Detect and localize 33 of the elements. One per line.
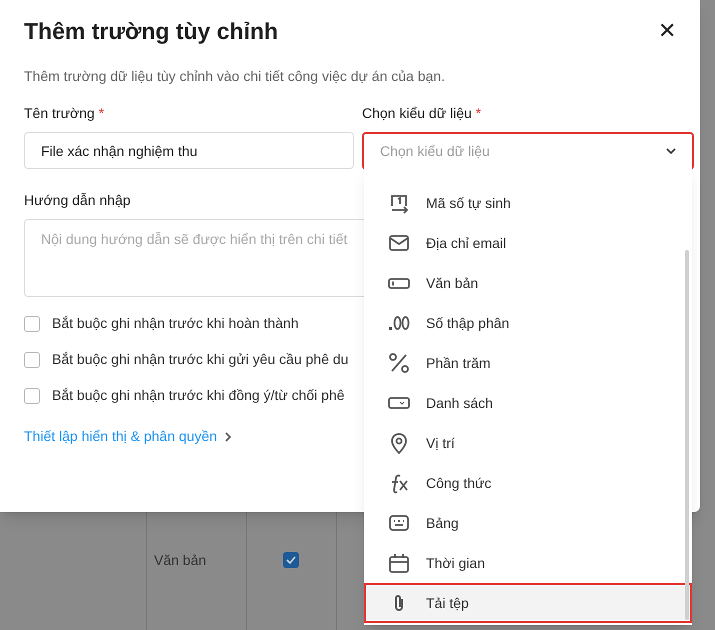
keyboard-icon [388,512,410,534]
dropdown-option[interactable]: Phần trăm [364,343,692,383]
envelope-icon [388,232,410,254]
scrollbar[interactable] [685,250,689,620]
numbered-box-icon [388,192,410,214]
checkbox-label: Bắt buộc ghi nhận trước khi đồng ý/từ chối phê [52,386,345,405]
field-label: Hướng dẫn nhập [24,191,131,210]
dropdown-option[interactable]: Danh sách [364,383,692,423]
field-label: Tên trường * [24,104,106,123]
percent-icon [388,352,410,374]
checkmark-icon [286,556,296,564]
dropdown-option[interactable]: Số thập phân [364,303,692,343]
field-name-input[interactable]: File xác nhận nghiệm thu [24,132,354,169]
dropdown-option[interactable]: Thời gian [364,543,692,583]
field-label: Chọn kiểu dữ liệu * [362,104,482,123]
checkbox[interactable] [283,552,299,568]
dropdown-option[interactable]: Công thức [364,463,692,503]
checkbox-label: Bắt buộc ghi nhận trước khi hoàn thành [52,314,299,333]
checkbox[interactable] [24,352,40,368]
checkbox[interactable] [24,316,40,332]
dropdown-option[interactable]: Tải tệp [364,583,692,623]
chevron-icon [225,432,232,442]
table-cell-text: Văn bản [154,551,206,570]
caret-icon [666,148,676,154]
dialog-title: Thêm trường tùy chỉnh [24,16,278,46]
close-button[interactable]: ✕ [658,20,676,42]
dropdown-option[interactable]: Bảng [364,503,692,543]
calendar-icon [388,552,410,574]
checkbox-label: Bắt buộc ghi nhận trước khi gửi yêu cầu phê du [52,350,348,369]
dialog-description: Thêm trường dữ liệu tùy chỉnh vào chi tiết công việc dự án của bạn. [24,67,446,86]
dropdown-option[interactable]: Vị trí [364,423,692,463]
location-pin-icon [388,432,410,454]
checkbox[interactable] [24,388,40,404]
